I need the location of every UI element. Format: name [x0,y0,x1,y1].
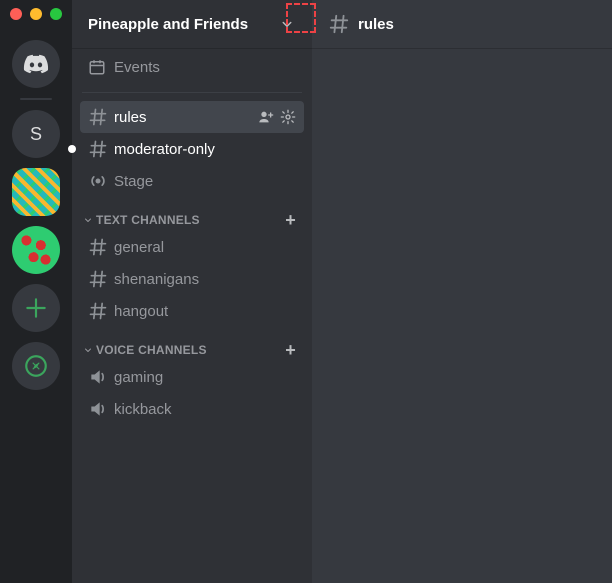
voice-channel-icon [88,399,108,419]
main-content: rules [312,0,612,583]
close-window-button[interactable] [10,8,22,20]
category-label: VOICE CHANNELS [96,343,285,357]
stage-channel-icon [88,171,108,191]
events-button[interactable]: Events [72,48,312,86]
compass-icon [23,353,49,379]
channel-header: rules [312,0,612,48]
channel-name: rules [114,109,252,126]
channel-name: hangout [114,303,296,320]
channel-name: Stage [114,173,296,190]
text-channel-icon [88,139,108,159]
add-channel-button[interactable]: + [285,214,296,226]
create-invite-button[interactable] [258,109,274,125]
channel-item[interactable]: Stage [80,165,304,197]
channel-category[interactable]: TEXT CHANNELS+ [80,197,304,231]
channel-item[interactable]: gaming [80,361,304,393]
hash-icon [328,13,350,35]
events-label: Events [114,59,160,76]
minimize-window-button[interactable] [30,8,42,20]
guild-separator [20,98,52,100]
maximize-window-button[interactable] [50,8,62,20]
chevron-down-icon [82,344,94,356]
voice-channel-icon [88,367,108,387]
divider [82,92,302,93]
category-label: TEXT CHANNELS [96,213,285,227]
server-menu-button[interactable] [278,15,296,33]
channel-item[interactable]: general [80,231,304,263]
channel-item[interactable]: moderator-only [80,133,304,165]
calendar-icon [88,58,106,76]
channel-name: moderator-only [114,141,296,158]
channel-item[interactable]: shenanigans [80,263,304,295]
channel-name: kickback [114,401,296,418]
window-traffic-lights [10,8,62,20]
chevron-down-icon [278,15,296,33]
server-name: Pineapple and Friends [88,16,248,33]
channel-name: shenanigans [114,271,296,288]
guild-rail: S [0,0,72,583]
add-server-button[interactable] [12,284,60,332]
channel-sidebar: Pineapple and Friends Events rules modera… [72,0,312,583]
guild-item[interactable] [12,226,60,274]
chevron-down-icon [82,214,94,226]
add-channel-button[interactable]: + [285,344,296,356]
plus-icon [23,295,49,321]
channel-item[interactable]: rules [80,101,304,133]
channel-name: general [114,239,296,256]
guild-item[interactable]: S [12,110,60,158]
explore-servers-button[interactable] [12,342,60,390]
discord-logo-icon [23,51,49,77]
text-channel-icon [88,107,108,127]
unread-indicator [68,145,76,153]
home-button[interactable] [12,40,60,88]
channel-item[interactable]: hangout [80,295,304,327]
channel-title: rules [358,16,394,33]
channel-settings-button[interactable] [280,109,296,125]
text-channel-icon [88,301,108,321]
text-channel-icon [88,269,108,289]
guild-item[interactable] [12,168,60,216]
channel-item[interactable]: kickback [80,393,304,425]
server-header[interactable]: Pineapple and Friends [72,0,312,48]
text-channel-icon [88,237,108,257]
channel-category[interactable]: VOICE CHANNELS+ [80,327,304,361]
channel-list: rulesmoderator-onlyStageTEXT CHANNELS+ge… [72,101,312,425]
channel-name: gaming [114,369,296,386]
